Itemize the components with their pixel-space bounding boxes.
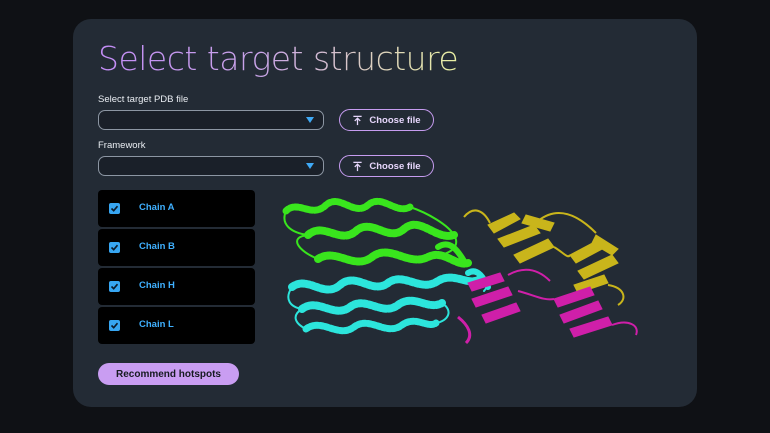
chevron-down-icon <box>306 117 314 123</box>
chain-b-ribbon <box>287 268 491 335</box>
checkmark-icon <box>110 322 119 329</box>
chain-b-checkbox[interactable] <box>109 242 120 253</box>
page-title: Select target structure <box>98 37 459 81</box>
checkmark-icon <box>110 283 119 290</box>
chain-item-a[interactable]: Chain A <box>98 190 255 227</box>
upload-icon <box>353 115 363 125</box>
chain-l-ribbon <box>457 268 638 345</box>
app-page: Select target structure Select target PD… <box>0 0 770 433</box>
chain-h-ribbon <box>463 209 625 306</box>
target-pdb-choose-file-button[interactable]: Choose file <box>339 109 434 131</box>
chain-l-label: Chain L <box>139 319 174 330</box>
chain-b-label: Chain B <box>139 241 175 252</box>
chevron-down-icon <box>306 163 314 169</box>
framework-select[interactable] <box>98 156 324 176</box>
chain-item-h[interactable]: Chain H <box>98 268 255 305</box>
chain-h-label: Chain H <box>139 280 175 291</box>
chain-l-checkbox[interactable] <box>109 320 120 331</box>
target-pdb-choose-file-label: Choose file <box>369 114 421 126</box>
framework-choose-file-label: Choose file <box>369 160 421 172</box>
recommend-hotspots-button[interactable]: Recommend hotspots <box>98 363 239 385</box>
framework-label: Framework <box>98 140 146 151</box>
target-pdb-select[interactable] <box>98 110 324 130</box>
chain-item-b[interactable]: Chain B <box>98 229 255 266</box>
checkmark-icon <box>110 205 119 212</box>
chain-h-checkbox[interactable] <box>109 281 120 292</box>
chain-a-ribbon <box>282 197 472 268</box>
chain-selection-list: Chain A Chain B Chain H Chain L <box>98 190 255 345</box>
chain-a-label: Chain A <box>139 202 175 213</box>
checkmark-icon <box>110 244 119 251</box>
chain-item-l[interactable]: Chain L <box>98 307 255 344</box>
target-pdb-label: Select target PDB file <box>98 94 189 105</box>
chain-a-checkbox[interactable] <box>109 203 120 214</box>
upload-icon <box>353 161 363 171</box>
protein-structure-viewer[interactable] <box>278 195 648 355</box>
framework-choose-file-button[interactable]: Choose file <box>339 155 434 177</box>
